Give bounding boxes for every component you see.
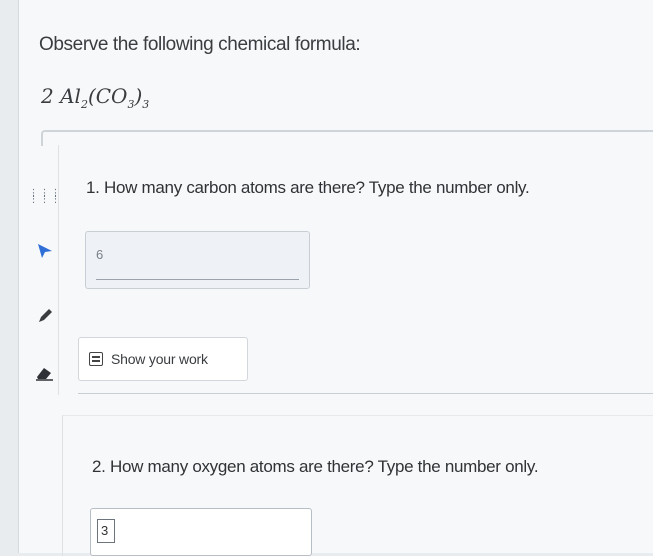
question-2-answer-value: 3	[97, 519, 115, 543]
formula-carbonate: CO	[95, 84, 128, 108]
show-your-work-button[interactable]: Show your work	[78, 337, 248, 381]
formula-coefficient: 2	[41, 84, 54, 108]
formula-aluminum-subscript: 2	[80, 98, 88, 111]
eraser-icon[interactable]	[34, 362, 56, 384]
question-divider	[78, 393, 653, 394]
formula-aluminum: Al	[60, 84, 81, 108]
question-1-answer-value: 6	[96, 247, 104, 262]
question-1-answer-input[interactable]: 6	[85, 231, 310, 289]
chemical-formula: 2 Al2(CO3)3	[41, 84, 150, 111]
question-2-text: 2. How many oxygen atoms are there? Type…	[92, 457, 539, 476]
question-1-text: 1. How many carbon atoms are there? Type…	[86, 178, 530, 197]
prompt-text: Observe the following chemical formula:	[39, 34, 361, 55]
pointer-arrow-icon[interactable]	[34, 240, 56, 262]
show-your-work-label: Show your work	[111, 351, 208, 367]
answer-underline	[96, 279, 299, 280]
pen-icon[interactable]	[34, 305, 56, 327]
question-2-answer-input[interactable]: 3	[90, 508, 312, 556]
grip-icon[interactable]: ⋮⋮⋮ ⋮⋮⋮	[29, 186, 61, 208]
section-divider	[41, 130, 653, 146]
document-lines-icon	[89, 352, 103, 366]
formula-paren-subscript: 3	[142, 98, 150, 111]
